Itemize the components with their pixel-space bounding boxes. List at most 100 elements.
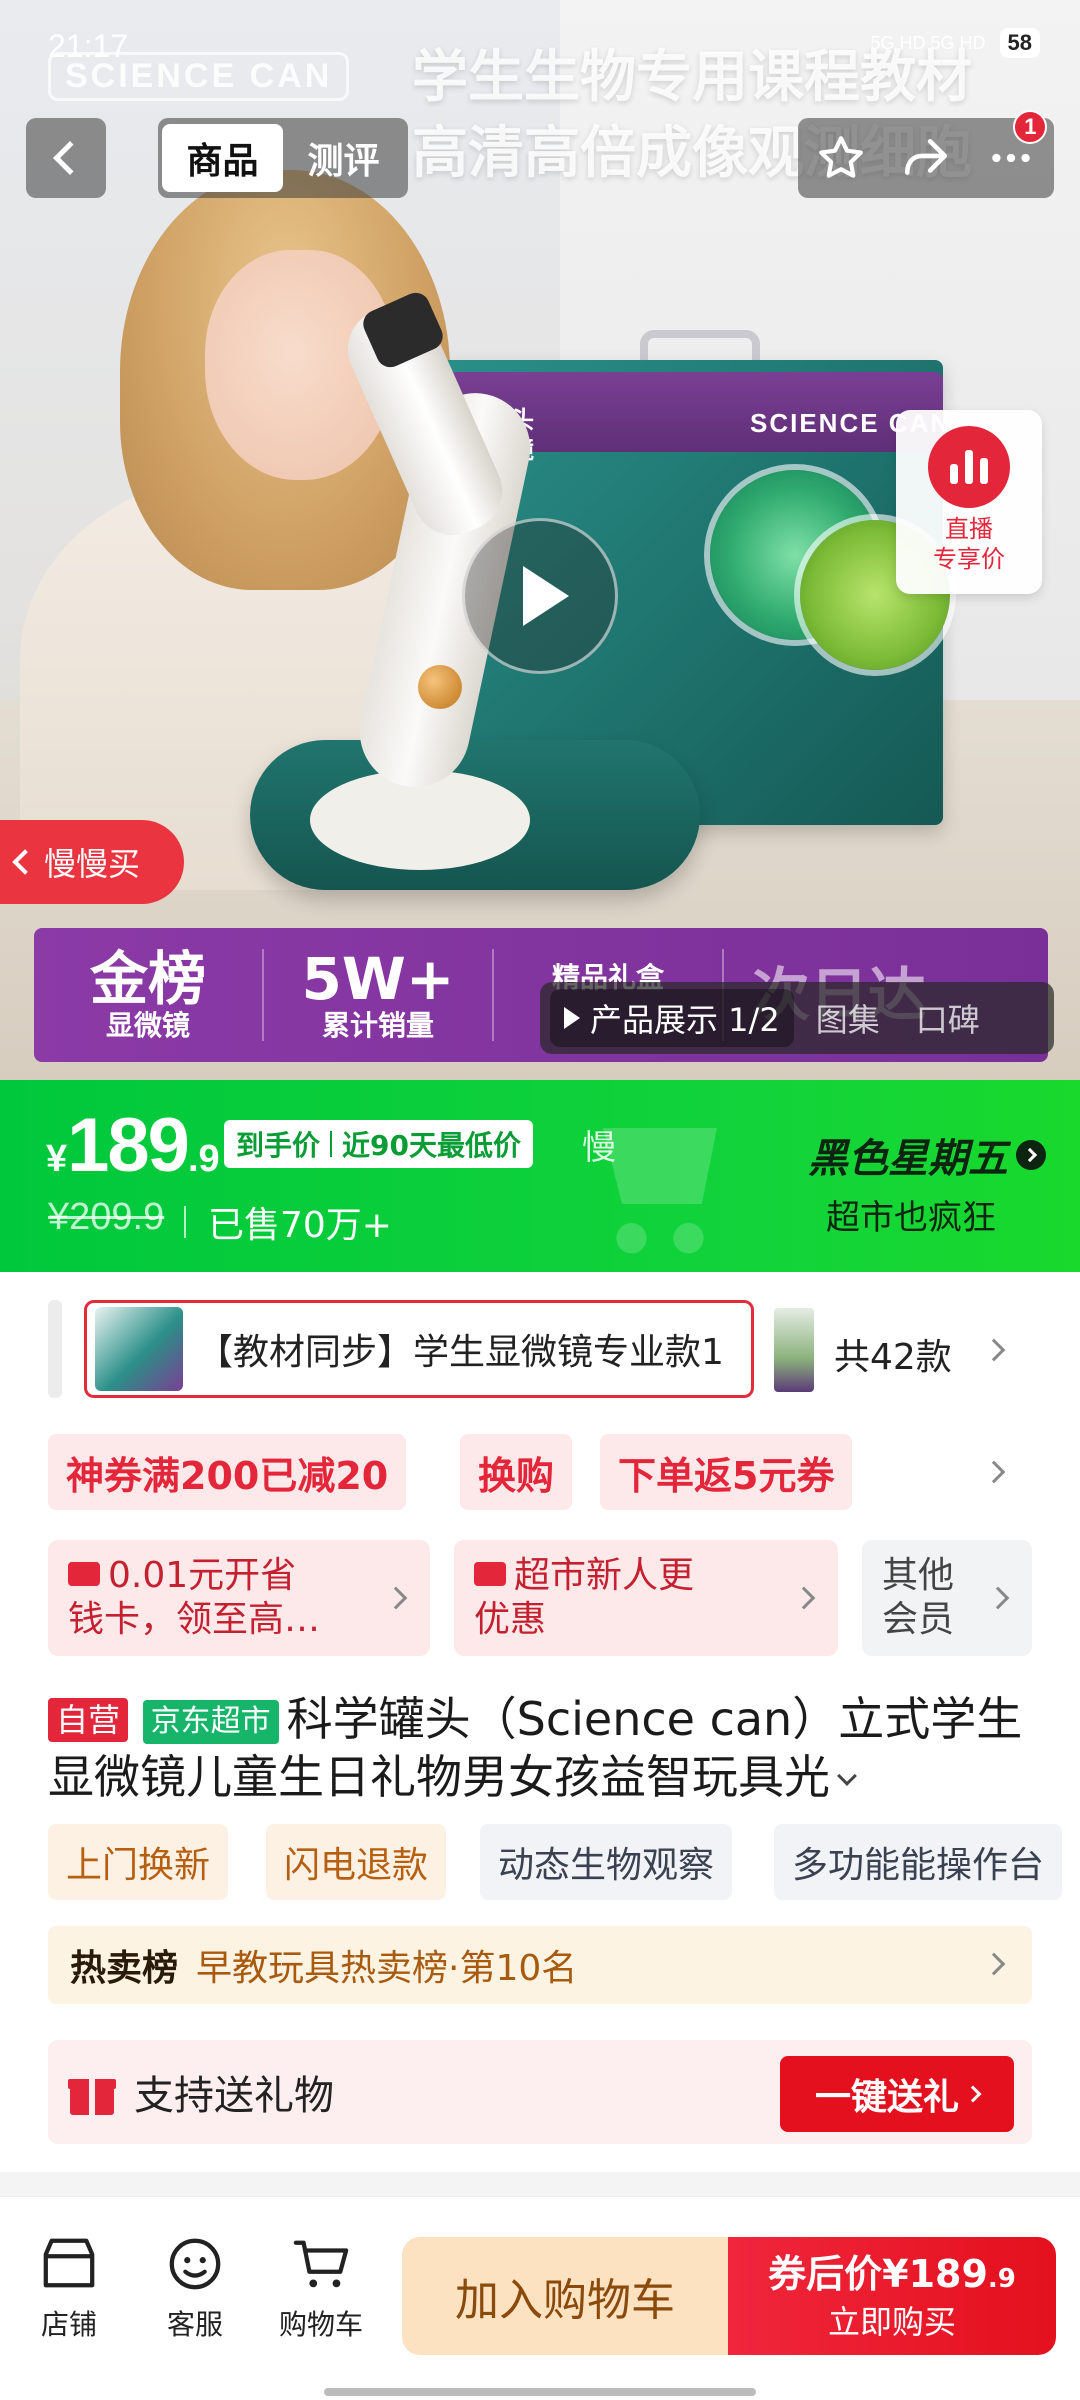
buy-now-label: 立即购买 [827,2302,956,2341]
lowest-price-label: 近90天最低价 [342,1129,521,1162]
share-button[interactable] [896,128,956,188]
media-tab-video[interactable]: 产品展示 1/2 [550,989,794,1047]
jd-supermarket-tag: 京东超市 [142,1700,279,1744]
variant-prev-peek [48,1300,62,1398]
slow-buy-button[interactable]: 慢慢买 [0,820,184,904]
home-indicator[interactable] [324,2388,756,2396]
status-bar: 21:17 5G HD 5G HD 58 [0,0,1080,90]
customer-service-label: 客服 [166,2308,223,2341]
store-button[interactable]: 店铺 [14,2235,124,2343]
media-tab-reviews[interactable]: 口碑 [902,989,994,1047]
buy-price-line: 券后价¥189.9 [768,2251,1016,2302]
more-button[interactable]: 1 [981,110,1048,188]
member-benefits: 0.01元开省 钱卡，领至高… 超市新人更 优惠 其他 会员 [0,1540,1080,1656]
slow-buy-label: 慢慢买 [44,845,141,883]
cart-label: 购物车 [278,2308,363,2341]
price-bar: ¥ 189 .9 到手价 近90天最低价 慢 ¥209.9 已售70万+ 黑色星… [0,1080,1080,1272]
chevron-left-icon [12,849,38,875]
band-big-text: 金榜 [89,945,206,1013]
member-savings-card[interactable]: 0.01元开省 钱卡，领至高… [48,1540,430,1656]
cart-watermark-icon [603,1128,717,1254]
live-bars-icon [928,426,1010,508]
tab-product[interactable]: 商品 [162,124,283,192]
variant-selected[interactable]: 【教材同步】学生显微镜专业款1 [84,1300,754,1398]
member-newcomer-text: 超市新人更 优惠 [474,1554,694,1642]
black-friday-promo[interactable]: 黑色星期五 [808,1126,1046,1184]
back-button[interactable] [26,118,106,198]
current-price: ¥ 189 .9 [46,1102,220,1189]
status-indicators: 5G HD 5G HD 58 [870,28,1040,58]
store-icon [43,2238,95,2288]
product-title[interactable]: 自营 京东超市 科学罐头（Science can）立式学生显微镜儿童生日礼物男女孩… [48,1690,1038,1806]
buy-price-decimal: .9 [987,2263,1016,2294]
coupon-discount[interactable]: 神券满200已减20 [48,1434,407,1510]
chevron-right-icon[interactable] [982,1460,1006,1484]
chevron-right-icon[interactable] [982,1338,1006,1362]
member-savings-text: 0.01元开省 钱卡，领至高… [68,1554,320,1642]
notification-badge: 1 [1013,110,1048,144]
add-to-cart-button[interactable]: 加入购物车 [402,2237,728,2355]
service-tag: 闪电退款 [266,1824,447,1900]
self-operated-tag: 自营 [48,1698,129,1742]
card-icon [68,1562,100,1586]
price-decimal: .9 [187,1138,220,1180]
member-newcomer-card[interactable]: 超市新人更 优惠 [454,1540,838,1656]
coupon-return[interactable]: 下单返5元券 [600,1434,853,1510]
band-big-text: 5W+ [301,945,455,1013]
member-newcomer-line1: 超市新人更 [514,1555,695,1596]
promo-subtitle: 超市也疯狂 [826,1198,996,1238]
store-label: 店铺 [40,2308,97,2341]
star-icon [818,136,863,178]
variant-thumbnail [95,1307,183,1391]
page-tabs: 商品 测评 [158,118,408,198]
chevron-right-icon [986,1586,1010,1610]
sold-count: 已售70万+ [184,1196,392,1248]
service-tag: 上门换新 [48,1824,229,1900]
sold-count-text: 已售70万+ [208,1205,392,1246]
status-time: 21:17 [48,28,129,64]
send-gift-label: 一键送礼 [814,2077,959,2118]
video-play-button[interactable] [462,518,618,674]
play-icon [564,1007,580,1029]
share-icon [904,139,948,175]
original-price: ¥209.9 [48,1196,165,1238]
variant-thumbnail-2[interactable] [774,1308,814,1392]
member-newcomer-line2: 优惠 [474,1599,547,1640]
buy-price-prefix: 券后价 [768,2251,883,2296]
member-other-text: 其他 会员 [882,1554,954,1642]
buy-now-button[interactable]: 券后价¥189.9 立即购买 [728,2237,1056,2355]
send-gift-button[interactable]: 一键送礼 [780,2056,1014,2132]
service-tags: 上门换新 闪电退款 动态生物观察 多功能能操作台 [0,1824,1080,1902]
network-indicator: 5G HD 5G HD [870,32,986,53]
chevron-down-icon [837,1766,857,1786]
media-tab-gallery[interactable]: 图集 [802,989,894,1047]
ranking-bar[interactable]: 热卖榜 早教玩具热卖榜·第10名 [48,1926,1032,2004]
customer-service-button[interactable]: 客服 [140,2235,250,2343]
chevron-right-icon [964,2085,982,2103]
live-stream-card[interactable]: 直播 专享价 [896,410,1042,594]
service-tag: 多功能能操作台 [774,1824,1063,1900]
product-info: 【教材同步】学生显微镜专业款1 共42款 神券满200已减20 换购 下单返5元… [0,1272,1080,2172]
member-other-card[interactable]: 其他 会员 [862,1540,1032,1656]
live-label-2: 专享价 [933,545,1005,573]
cart-button[interactable]: 购物车 [266,2235,376,2343]
tab-review[interactable]: 测评 [283,124,404,192]
buy-price: ¥189 [882,2251,988,2296]
live-label-1: 直播 [945,515,993,543]
media-switcher: 产品展示 1/2 图集 口碑 [540,982,1054,1054]
member-savings-line2: 钱卡，领至高… [68,1599,321,1640]
chevron-right-icon [982,1952,1006,1976]
favorite-button[interactable] [811,128,871,188]
price-label-tag: 到手价 近90天最低价 [224,1120,533,1168]
chevron-right-icon [792,1586,816,1610]
chevron-right-icon [1016,1140,1046,1170]
ranking-label: 热卖榜 [70,1948,179,1989]
band-cell-sales: 5W+ 累计销量 [264,945,494,1042]
chevron-left-icon [53,141,87,175]
tag-separator [330,1131,333,1157]
nav-actions: 1 [798,110,1054,198]
top-navigation: 商品 测评 1 [0,110,1080,200]
band-small-text: 显微镜 [105,1009,190,1042]
variant-count[interactable]: 共42款 [834,1328,952,1380]
coupon-exchange[interactable]: 换购 [460,1434,573,1510]
